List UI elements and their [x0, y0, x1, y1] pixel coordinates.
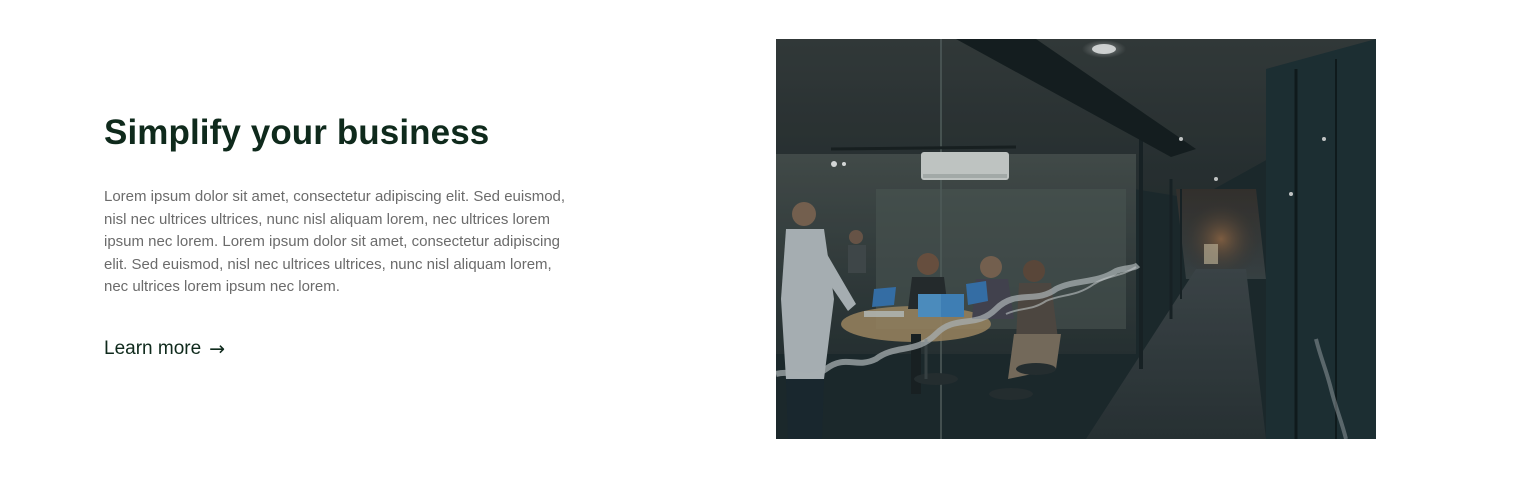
feature-section: Simplify your business Lorem ipsum dolor…: [0, 0, 1539, 500]
feature-description: Lorem ipsum dolor sit amet, consectetur …: [104, 188, 566, 296]
office-meeting-photo: [776, 39, 1376, 439]
office-meeting-illustration: [776, 39, 1376, 439]
learn-more-link[interactable]: Learn more →: [104, 337, 225, 361]
learn-more-label: Learn more: [104, 337, 202, 359]
arrow-right-icon: →: [209, 337, 226, 360]
feature-headline: Simplify your business: [104, 113, 490, 152]
feature-text-column: Simplify your business Lorem ipsum dolor…: [104, 112, 584, 361]
